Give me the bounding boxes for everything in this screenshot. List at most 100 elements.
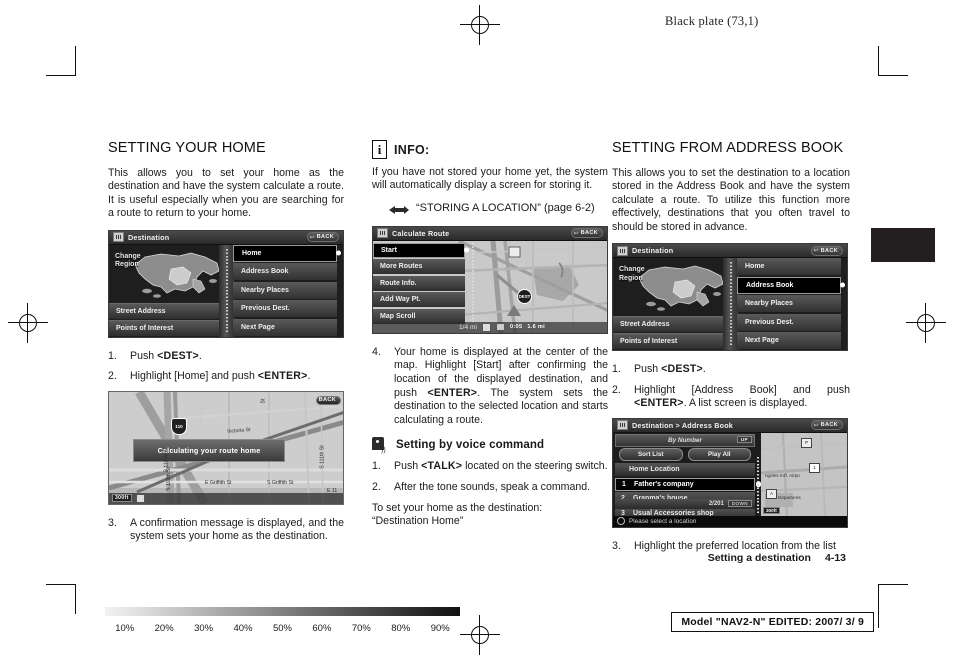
column-setting-your-home: SETTING YOUR HOME This allows you to set… [108, 140, 344, 551]
calculate-route-screenshot: Calculate Route ↩ BACK DEST Start More R… [372, 225, 608, 334]
highway-shield-icon: 110 [171, 417, 187, 435]
previous-dest-button[interactable]: Previous Dest. [737, 313, 841, 331]
next-page-button[interactable]: Next Page [233, 318, 337, 336]
more-routes-button[interactable]: More Routes [373, 259, 465, 275]
back-button[interactable]: ↩ BACK [810, 420, 843, 431]
nav-titlebar: Calculate Route ↩ BACK [373, 226, 607, 241]
back-button[interactable]: ↩ BACK [570, 228, 603, 239]
sort-order-label: By Number [667, 436, 703, 444]
print-calibration-labels: 10% 20% 30% 40% 50% 60% 70% 80% 90% [105, 623, 460, 634]
registration-mark-right [906, 303, 946, 343]
points-of-interest-button[interactable]: Points of Interest [109, 319, 222, 336]
nav-title-label: Destination [632, 246, 674, 256]
address-book-list-screenshot: Destination > Address Book ↩ BACK P 1 A … [612, 417, 848, 528]
nearby-places-button[interactable]: Nearby Places [737, 295, 841, 313]
address-book-steps-part1: 1. Push <DEST>. 2. Highlight [Address Book… [612, 363, 850, 411]
add-way-point-button[interactable]: Add Way Pt. [373, 292, 465, 308]
crop-mark-top-left-h [46, 75, 76, 77]
route-status-bar: 1/4 mi 0:05 1.6 mi [373, 321, 607, 333]
registration-mark-left [8, 303, 48, 343]
voice-step-text-2: After the tone sounds, speak a command. [394, 480, 591, 493]
info-icon: i [372, 140, 387, 159]
nav-title-label: Destination > Address Book [632, 420, 733, 430]
address-book-list-pane: By Number UP Sort List Play All Home Loc… [613, 433, 761, 522]
street-label: E Griffith St [205, 479, 232, 486]
street-label: S 111th St [319, 445, 326, 469]
home-button[interactable]: Home [233, 244, 341, 262]
previous-dest-button[interactable]: Previous Dest. [233, 300, 337, 318]
back-button[interactable]: BACK [315, 395, 341, 405]
nav-titlebar: Destination ↩ BACK [613, 244, 847, 259]
home-location-item[interactable]: Home Location [615, 462, 755, 477]
calculate-route-body: DEST Start More Routes Route Info. Add W… [373, 240, 607, 333]
address-book-button[interactable]: Address Book [737, 276, 845, 294]
crop-mark-bottom-left-h [46, 584, 76, 586]
crop-mark-bottom-right-h [878, 584, 908, 586]
gradient-label: 60% [312, 623, 332, 634]
change-region-label[interactable]: Change Region [619, 266, 645, 283]
cross-reference-line: “STORING A LOCATION” (page 6-2) [388, 202, 608, 216]
voice-command-header: )) Setting by voice command [372, 437, 608, 454]
list-item: 3. A confirmation message is displayed, a… [108, 516, 344, 543]
home-steps-list-part1: 1. Push <DEST>. 2. Highlight [Home] and pu… [108, 350, 344, 384]
scroll-up-button[interactable]: UP [736, 435, 752, 443]
gradient-label: 10% [115, 623, 135, 634]
airport-poi-icon: A [766, 488, 777, 499]
address-book-button[interactable]: Address Book [233, 263, 337, 281]
calculate-route-steps: 4. Your home is displayed at the center o… [372, 346, 608, 428]
nav-titlebar: Destination > Address Book ↩ BACK [613, 418, 847, 433]
sort-list-button[interactable]: Sort List [619, 448, 683, 461]
parking-poi-icon: P [801, 437, 812, 448]
crop-mark-top-left [75, 46, 77, 76]
step-text-4: Your home is displayed at the center of … [394, 345, 608, 426]
route-info-button[interactable]: Route Info. [373, 275, 465, 291]
page-counter: 2/201 [708, 500, 724, 507]
back-label: BACK [820, 247, 838, 254]
next-page-button[interactable]: Next Page [737, 332, 841, 350]
registration-mark-bottom [460, 615, 500, 655]
north-america-map-icon [638, 265, 724, 311]
map-scale-badge: 300ft [112, 494, 132, 503]
back-arrow-icon: ↩ [813, 248, 819, 255]
nearby-places-button[interactable]: Nearby Places [233, 281, 337, 299]
gradient-label: 50% [272, 623, 292, 634]
calculating-route-map-screenshot: 110 Calculating your route home BACK Vic… [108, 390, 344, 505]
back-button[interactable]: ↩ BACK [306, 232, 339, 243]
scroll-down-button[interactable]: DOWN [727, 500, 752, 508]
back-label: BACK [318, 397, 336, 404]
street-address-button[interactable]: Street Address [613, 316, 726, 333]
map-status-bar: 300ft [109, 492, 343, 504]
voice-step-text-1: Push <TALK> located on the steering swit… [394, 460, 608, 473]
voice-note-line-1: To set your home as the destination: [372, 501, 543, 514]
play-all-button[interactable]: Play All [687, 448, 751, 461]
home-button[interactable]: Home [737, 258, 841, 276]
back-button[interactable]: ↩ BACK [810, 245, 843, 256]
list-item[interactable]: 1 Father's company [615, 477, 761, 491]
start-button[interactable]: Start [373, 242, 469, 258]
list-item: 1. Push <DEST>. [612, 363, 706, 376]
model-edition-box: Model "NAV2-N" EDITED: 2007/ 3/ 9 [671, 612, 874, 632]
crop-mark-bottom-left [75, 584, 77, 614]
points-of-interest-button[interactable]: Points of Interest [613, 333, 726, 350]
scroll-indicator [472, 242, 474, 331]
column-info-and-calculate: i INFO: If you have not stored your home… [372, 140, 608, 528]
vehicle-heading-arrow-icon [507, 304, 521, 316]
footer-block: Setting a destination 4-13 [708, 552, 846, 564]
gradient-label: 80% [391, 623, 411, 634]
selection-bullet [464, 247, 469, 253]
voice-command-icon: )) [372, 437, 387, 454]
destination-icon [113, 232, 124, 243]
black-plate-label: Black plate (73,1) [665, 14, 759, 28]
street-address-button[interactable]: Street Address [109, 302, 222, 319]
address-book-action-pills: Sort List Play All [613, 448, 757, 463]
compass-icon [481, 322, 491, 332]
address-book-map-preview: P 1 A ngeles Int'l. Airpo Departures 300… [761, 432, 847, 516]
eta-value: 0:05 [509, 324, 523, 331]
footer-page-number: 4-13 [824, 552, 846, 564]
sort-order-bar[interactable]: By Number UP [615, 433, 755, 447]
north-america-map-icon [134, 252, 220, 298]
address-book-body: P 1 A ngeles Int'l. Airpo Departures 300… [613, 432, 847, 527]
page-title-setting-from-address-book: SETTING FROM ADDRESS BOOK [612, 140, 844, 156]
chapter-tab-marker [871, 228, 935, 262]
change-region-label[interactable]: Change Region [115, 253, 141, 270]
